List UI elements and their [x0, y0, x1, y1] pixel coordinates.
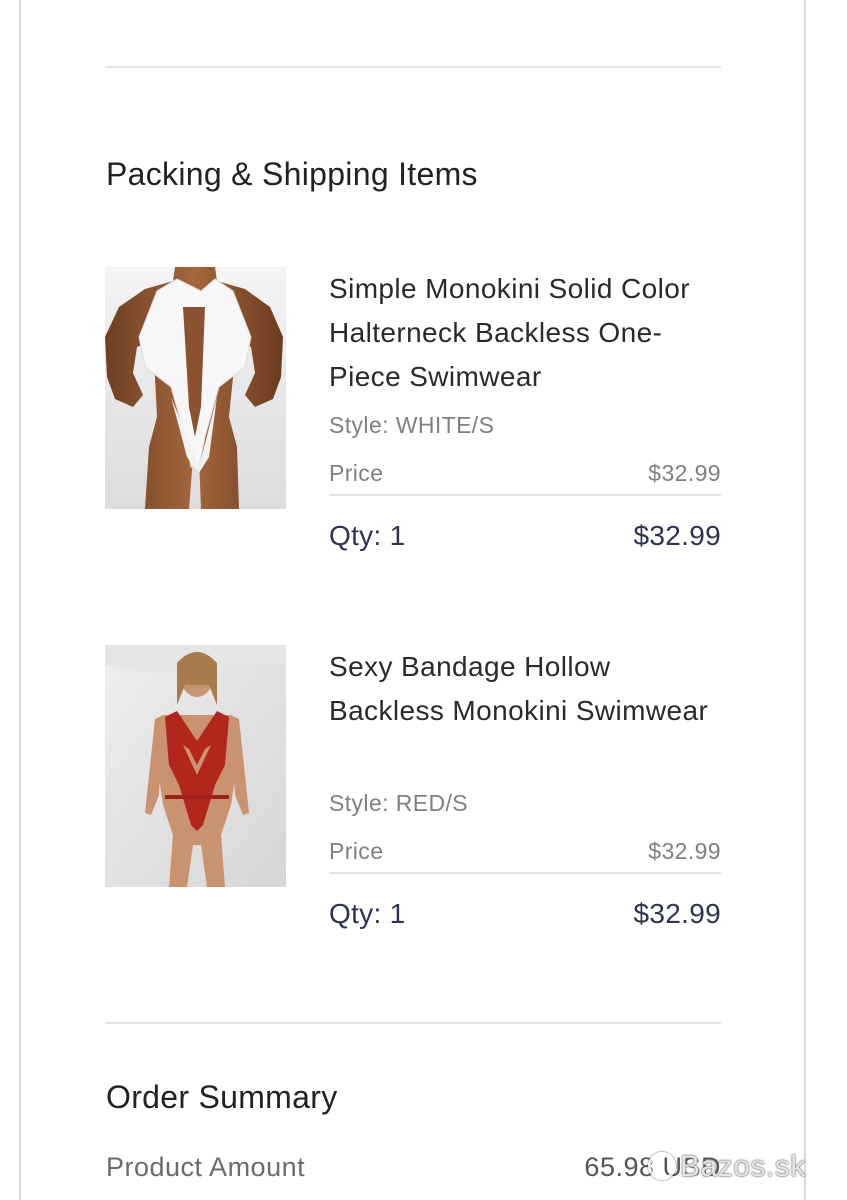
price-row-2: Price $32.99 — [329, 836, 721, 874]
price-label-1: Price — [329, 460, 384, 486]
product-name-2[interactable]: Sexy Bandage Hollow Backless Monokini Sw… — [329, 645, 721, 733]
product-name-1[interactable]: Simple Monokini Solid Color Halterneck B… — [329, 267, 721, 399]
product-amount-row: Product Amount 65.98 USD — [106, 1152, 721, 1188]
product-photo-red-monokini — [105, 645, 286, 887]
product-image-red-monokini[interactable] — [105, 645, 286, 887]
price-row-1: Price $32.99 — [329, 458, 721, 496]
qty-label-2: Qty: 1 — [329, 898, 406, 929]
product-style-1: Style: WHITE/S — [329, 412, 495, 438]
price-value-1: $32.99 — [648, 460, 721, 486]
product-photo-white-monokini — [105, 267, 286, 509]
order-summary-title: Order Summary — [106, 1079, 338, 1115]
product-image-white-monokini[interactable] — [105, 267, 286, 509]
price-value-2: $32.99 — [648, 838, 721, 864]
section-divider-summary — [105, 1022, 721, 1024]
price-label-2: Price — [329, 838, 384, 864]
line-total-2: $32.99 — [633, 898, 721, 929]
product-style-2: Style: RED/S — [329, 790, 469, 816]
qty-label-1: Qty: 1 — [329, 520, 406, 551]
packing-section-title: Packing & Shipping Items — [106, 156, 478, 192]
qty-row-1: Qty: 1 $32.99 — [329, 520, 721, 560]
line-total-1: $32.99 — [633, 520, 721, 551]
product-amount-label: Product Amount — [106, 1152, 306, 1182]
product-amount-value: 65.98 USD — [584, 1152, 721, 1182]
section-divider-top — [105, 66, 721, 68]
qty-row-2: Qty: 1 $32.99 — [329, 898, 721, 938]
